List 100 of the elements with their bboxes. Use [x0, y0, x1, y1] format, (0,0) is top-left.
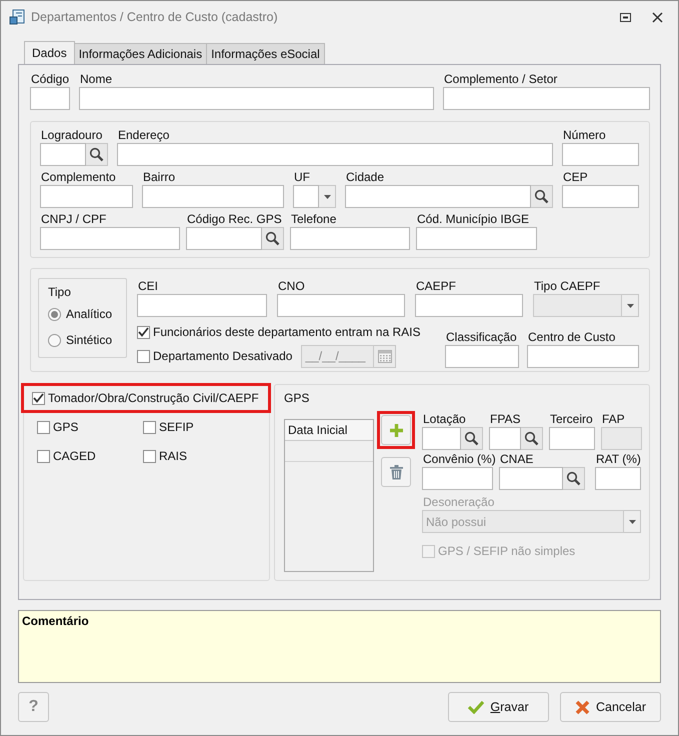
trash-icon: [390, 464, 402, 480]
search-button[interactable]: [461, 427, 483, 450]
input-field[interactable]: [186, 227, 262, 250]
dropdown-button[interactable]: [622, 294, 639, 317]
field-label: Complemento / Setor: [444, 71, 558, 87]
input-field[interactable]: [137, 294, 267, 317]
input-field[interactable]: [40, 143, 86, 166]
field-label: Nome: [80, 71, 114, 87]
input-field[interactable]: [415, 294, 523, 317]
search-button[interactable]: [521, 427, 543, 450]
checkbox[interactable]: [143, 450, 156, 462]
input-field[interactable]: [142, 185, 284, 208]
field-label: Código Rec. GPS: [187, 211, 283, 227]
radio-label: Sintético: [66, 333, 112, 348]
search-icon: [566, 471, 581, 486]
dropdown-button[interactable]: [624, 510, 641, 533]
delete-button[interactable]: [381, 457, 411, 487]
checkbox-label: Funcionários deste departamento entram na RAIS: [153, 325, 420, 339]
input-field[interactable]: [562, 185, 639, 208]
field-label: Logradouro: [41, 127, 104, 143]
checkbox[interactable]: [143, 420, 156, 434]
checkbox[interactable]: [37, 450, 50, 462]
input-field[interactable]: [345, 185, 531, 208]
search-button[interactable]: [86, 143, 108, 166]
input-field[interactable]: [595, 467, 641, 490]
tab[interactable]: Informações eSocial: [206, 43, 325, 64]
field-label: Centro de Custo: [528, 329, 616, 345]
field-label: Endereço: [118, 127, 170, 143]
document-icon: [9, 9, 25, 25]
input-field[interactable]: [30, 87, 70, 110]
caret-icon: [626, 304, 634, 308]
input-field[interactable]: [79, 87, 434, 110]
caret-icon: [324, 194, 330, 198]
input-field[interactable]: [40, 227, 180, 250]
input-field[interactable]: [527, 345, 639, 368]
field-label: Complemento: [41, 169, 117, 185]
radio-label: Analítico: [66, 307, 112, 322]
field-label: Tipo CAEPF: [534, 278, 602, 294]
calendar-icon: [378, 349, 392, 363]
field-label: Número: [563, 127, 607, 143]
group-title: GPS: [284, 390, 310, 407]
input-field[interactable]: [445, 345, 519, 368]
field-label: Código: [31, 71, 70, 87]
input-field[interactable]: [443, 87, 650, 110]
field-label: Cód. Município IBGE: [417, 211, 530, 227]
field-label: CNPJ / CPF: [41, 211, 108, 227]
checkbox-label: GPS / SEFIP não simples: [438, 544, 576, 558]
field-label: CNAE: [500, 451, 534, 467]
group-title: Tipo: [48, 284, 72, 301]
tab[interactable]: Dados: [24, 41, 75, 64]
column-header: Data Inicial: [285, 420, 373, 441]
search-button[interactable]: [531, 185, 553, 208]
search-icon: [265, 231, 280, 246]
checkbox-label: CAGED: [53, 449, 96, 463]
input-field[interactable]: [562, 143, 639, 166]
caret-icon: [628, 520, 636, 524]
checkbox[interactable]: [137, 350, 150, 362]
field-label: FAP: [602, 411, 626, 427]
cross-icon: [574, 700, 590, 714]
checkbox[interactable]: [137, 326, 150, 338]
search-button[interactable]: [262, 227, 284, 250]
search-button[interactable]: [563, 467, 585, 490]
checkbox[interactable]: [37, 420, 50, 434]
input-field[interactable]: [499, 467, 563, 490]
input-field[interactable]: [422, 427, 461, 450]
field-label: Terceiro: [550, 411, 594, 427]
field-label: CEP: [563, 169, 589, 185]
field-label: RAT (%): [596, 451, 641, 467]
search-icon: [89, 147, 104, 162]
radio-button[interactable]: [48, 334, 61, 347]
input-field[interactable]: [416, 227, 537, 250]
input-field[interactable]: [117, 143, 553, 166]
input-field[interactable]: [549, 427, 595, 450]
input-field[interactable]: [277, 294, 405, 317]
checkbox-label: Tomador/Obra/Construção Civil/CAEPF: [48, 391, 259, 405]
checkbox-label: Departamento Desativado: [153, 349, 292, 363]
combo-field[interactable]: [293, 185, 319, 208]
checkbox[interactable]: [32, 392, 45, 404]
radio-button[interactable]: [48, 308, 61, 321]
plus-icon: [390, 424, 402, 436]
tab[interactable]: Informações Adicionais: [74, 43, 208, 64]
field-label: CNO: [278, 278, 306, 294]
save-button[interactable]: Gravar: [448, 692, 549, 722]
checkbox-label: GPS: [53, 420, 78, 434]
field-label: Lotação: [423, 411, 467, 427]
input-field[interactable]: [489, 427, 521, 450]
field-label: Convênio (%): [423, 451, 493, 467]
cancel-button[interactable]: Cancelar: [560, 692, 661, 722]
search-icon: [464, 431, 479, 446]
search-icon: [534, 189, 549, 204]
calendar-button[interactable]: [374, 344, 396, 368]
input-field[interactable]: [40, 185, 133, 208]
field-label: CEI: [138, 278, 160, 294]
input-field[interactable]: [422, 467, 493, 490]
date-list[interactable]: Data Inicial: [284, 419, 374, 572]
input-field[interactable]: [290, 227, 410, 250]
comment-field[interactable]: Comentário: [18, 610, 661, 683]
restore-icon: [620, 12, 630, 22]
dropdown-button[interactable]: [319, 185, 336, 208]
field-label: UF: [294, 169, 311, 185]
